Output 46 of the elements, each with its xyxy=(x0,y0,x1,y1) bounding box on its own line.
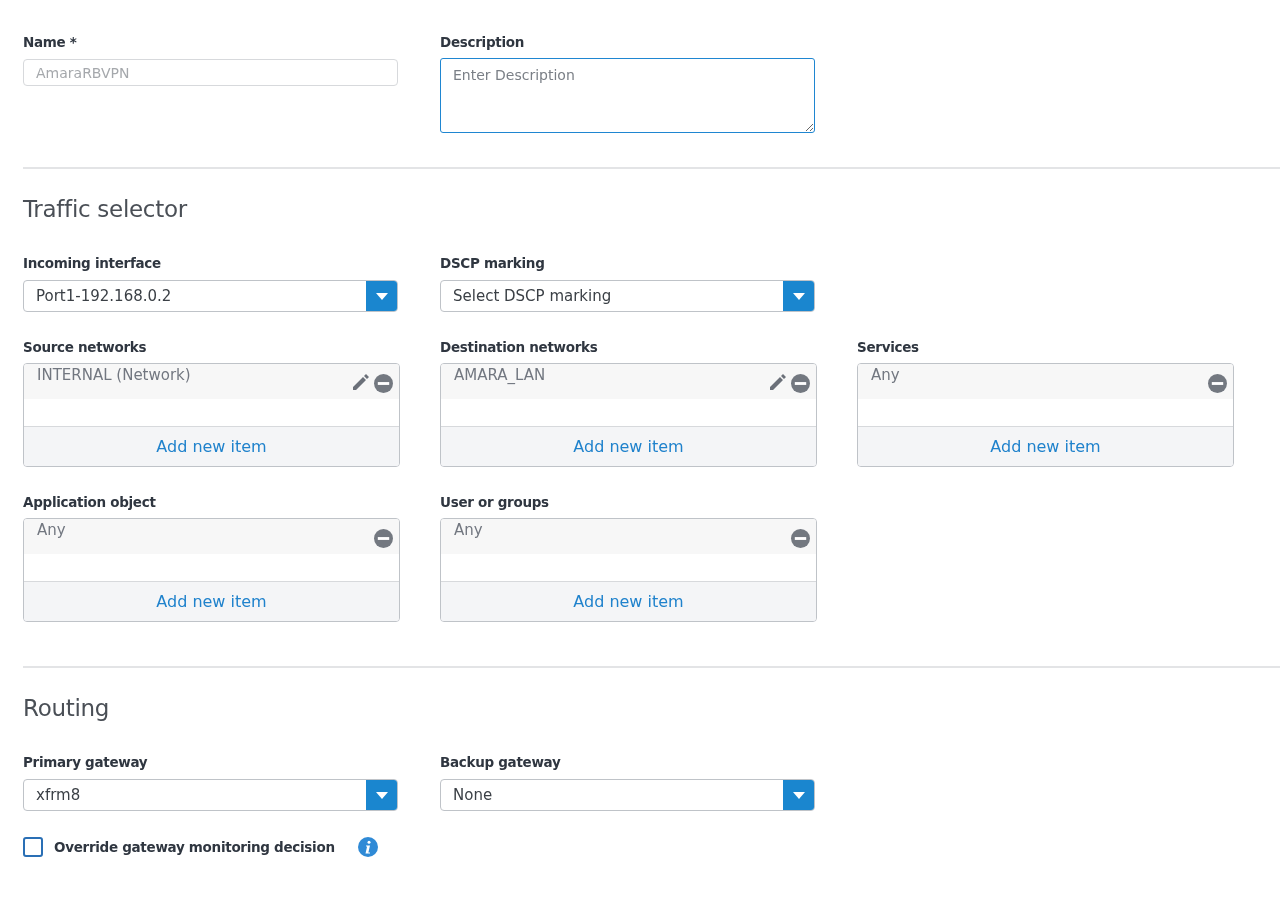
list-item: INTERNAL (Network) xyxy=(37,366,191,386)
caret-down-icon xyxy=(375,791,388,799)
checkbox[interactable] xyxy=(23,837,43,857)
remove-icon[interactable] xyxy=(1208,373,1227,393)
add-item-button[interactable]: Add new item xyxy=(858,427,1233,466)
field-label: Source networks xyxy=(23,339,148,355)
field-label: Description xyxy=(440,34,525,50)
info-icon[interactable] xyxy=(357,837,378,857)
add-item-button[interactable]: Add new item xyxy=(24,582,399,621)
dropdown-button[interactable] xyxy=(366,780,397,810)
field-label: DSCP marking xyxy=(440,255,546,271)
section-title: Traffic selector xyxy=(23,196,189,222)
add-item-button[interactable]: Add new item xyxy=(441,582,816,621)
field-label: User or groups xyxy=(440,494,550,510)
remove-icon[interactable] xyxy=(374,528,393,548)
section-title: Routing xyxy=(23,695,111,721)
dropdown[interactable]: Port1-192.168.0.2 xyxy=(23,280,398,312)
checkbox-label: Override gateway monitoring decision xyxy=(54,839,335,855)
pencil-icon[interactable] xyxy=(350,373,370,393)
caret-down-icon xyxy=(792,292,805,300)
remove-icon[interactable] xyxy=(374,373,393,393)
field-label: Incoming interface xyxy=(23,255,162,271)
remove-icon[interactable] xyxy=(791,373,810,393)
field-label: Application object xyxy=(23,494,157,510)
caret-down-icon xyxy=(792,791,805,799)
pencil-icon[interactable] xyxy=(767,373,787,393)
field-label: Primary gateway xyxy=(23,754,149,770)
remove-icon[interactable] xyxy=(791,528,810,548)
list-item: AMARA_LAN xyxy=(454,366,546,386)
dropdown-button[interactable] xyxy=(783,780,814,810)
field-label: Services xyxy=(857,339,920,355)
list-item: Any xyxy=(871,366,900,386)
dropdown[interactable]: None xyxy=(440,779,815,811)
field-label: Backup gateway xyxy=(440,754,562,770)
add-item-button[interactable]: Add new item xyxy=(24,427,399,466)
field-label: Destination networks xyxy=(440,339,599,355)
field-label: Name * xyxy=(23,34,78,50)
list-item: Any xyxy=(37,521,66,541)
dropdown-button[interactable] xyxy=(366,281,397,311)
caret-down-icon xyxy=(375,292,388,300)
dropdown[interactable]: xfrm8 xyxy=(23,779,398,811)
list-item: Any xyxy=(454,521,483,541)
description-input[interactable]: Enter Description xyxy=(440,58,815,133)
add-item-button[interactable]: Add new item xyxy=(441,427,816,466)
dropdown[interactable]: Select DSCP marking xyxy=(440,280,815,312)
dropdown-button[interactable] xyxy=(783,281,814,311)
